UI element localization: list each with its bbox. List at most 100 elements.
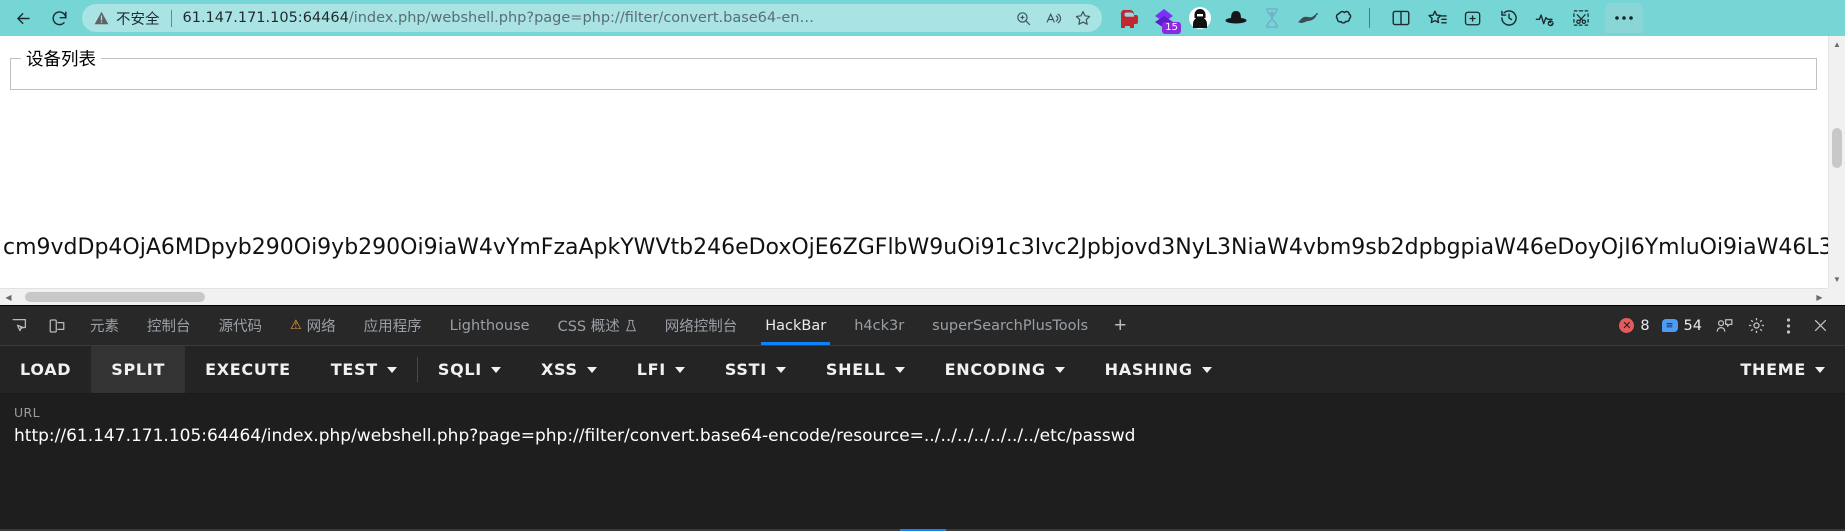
chevron-down-icon: [1815, 366, 1825, 373]
chevron-down-icon: [674, 366, 685, 373]
back-button[interactable]: [6, 3, 40, 33]
vertical-scroll-thumb[interactable]: [1832, 128, 1842, 168]
devtools-tab-lighthouse[interactable]: Lighthouse: [436, 306, 544, 345]
hacker-avatar-extension-icon[interactable]: [1182, 2, 1218, 34]
horizontal-scroll-thumb[interactable]: [25, 292, 205, 302]
devtools-tab-sources[interactable]: 源代码: [205, 306, 277, 345]
chevron-down-icon: [775, 366, 786, 373]
scrollbar-corner: [1828, 288, 1845, 305]
scroll-right-arrow-icon[interactable]: ▶: [1811, 289, 1828, 305]
not-secure-warning-icon: [94, 11, 109, 25]
puzzle-cloud-extension-icon[interactable]: [1326, 2, 1362, 34]
devtools-tab-application[interactable]: 应用程序: [350, 306, 436, 345]
devtools-tab-elements[interactable]: 元素: [76, 306, 133, 345]
hackbar-shell-menu[interactable]: SHELL: [806, 346, 925, 393]
kebab-menu-icon[interactable]: [1773, 311, 1803, 341]
toolbar-divider: [1369, 8, 1370, 28]
favorites-list-icon[interactable]: [1419, 2, 1455, 34]
history-icon[interactable]: [1491, 2, 1527, 34]
tab-label: 网络: [306, 319, 336, 335]
star-icon[interactable]: [1068, 5, 1098, 31]
devtools-tab-h4ck3r[interactable]: h4ck3r: [840, 306, 918, 345]
button-label: XSS: [540, 360, 578, 379]
page-content: 设备列表 cm9vdDp4OjA6MDpyb290Oi9yb290Oi9iaW4…: [0, 36, 1845, 305]
inspect-element-icon[interactable]: [0, 306, 38, 345]
device-toolbar-icon[interactable]: [38, 306, 76, 345]
chevron-down-icon: [1054, 366, 1065, 373]
chevron-down-icon: [1201, 366, 1212, 373]
hackbar-lfi-menu[interactable]: LFI: [617, 346, 705, 393]
devtools-tab-network-console[interactable]: 网络控制台: [651, 306, 752, 345]
tab-label: 网络控制台: [664, 319, 738, 335]
scroll-up-arrow-icon[interactable]: ▲: [1829, 36, 1845, 53]
hackbar-url-label: URL: [14, 405, 40, 420]
browser-actions-strip: [1383, 2, 1599, 34]
hackbar-theme-menu[interactable]: THEME: [1720, 346, 1845, 393]
hackbar-split-button[interactable]: SPLIT: [91, 346, 186, 393]
screenshot-icon[interactable]: [1563, 2, 1599, 34]
browser-more-menu-button[interactable]: [1605, 3, 1643, 33]
gear-icon[interactable]: [1741, 311, 1771, 341]
button-label: TEST: [330, 360, 378, 379]
split-screen-icon[interactable]: [1383, 2, 1419, 34]
button-label: HASHING: [1104, 360, 1193, 379]
scroll-left-arrow-icon[interactable]: ◀: [0, 289, 17, 305]
hackbar-encoding-menu[interactable]: ENCODING: [925, 346, 1085, 393]
page-horizontal-scrollbar[interactable]: ◀ ▶: [0, 288, 1828, 305]
purple-diamond-extension-icon[interactable]: 15: [1146, 2, 1182, 34]
chevron-down-icon: [386, 366, 397, 373]
hackbar-hashing-menu[interactable]: HASHING: [1085, 346, 1232, 393]
devtools-panel: 元素 控制台 源代码 ⚠ 网络 应用程序 Lighthouse CSS 概述 网…: [0, 305, 1845, 531]
address-bar[interactable]: 不安全 61.147.171.105:64464/index.php/websh…: [82, 4, 1102, 32]
tab-label: HackBar: [765, 317, 827, 334]
message-icon: ≡: [1661, 319, 1678, 332]
reload-button[interactable]: [42, 3, 76, 33]
url-text: 61.147.171.105:64464/index.php/webshell.…: [183, 10, 1009, 26]
button-label: SQLI: [437, 360, 482, 379]
hackbar-url-value[interactable]: http://61.147.171.105:64464/index.php/we…: [14, 426, 1831, 446]
chevron-down-icon: [490, 366, 501, 373]
hackbar-test-menu[interactable]: TEST: [311, 346, 417, 393]
error-count-value: 8: [1640, 317, 1650, 334]
hourglass-person-extension-icon[interactable]: [1254, 2, 1290, 34]
add-devtools-tab-button[interactable]: +: [1102, 306, 1138, 345]
button-label: SHELL: [825, 360, 886, 379]
devtools-tab-console[interactable]: 控制台: [133, 306, 205, 345]
black-hat-extension-icon[interactable]: [1218, 2, 1254, 34]
devtools-tab-network[interactable]: ⚠ 网络: [276, 306, 350, 345]
performance-icon[interactable]: [1527, 2, 1563, 34]
devtools-tab-hackbar[interactable]: HackBar: [751, 306, 840, 345]
devtools-tab-css-overview[interactable]: CSS 概述: [544, 306, 651, 345]
url-host: 61.147.171.105:64464: [182, 10, 349, 26]
hackbar-execute-button[interactable]: EXECUTE: [185, 346, 311, 393]
zoom-in-icon[interactable]: [1008, 5, 1038, 31]
page-vertical-scrollbar[interactable]: ▲ ▼: [1828, 36, 1845, 288]
devtools-tab-supersearchplustools[interactable]: superSearchPlusTools: [918, 306, 1102, 345]
hackbar-url-field[interactable]: URL http://61.147.171.105:64464/index.ph…: [0, 394, 1845, 531]
hackbar-toolbar: LOAD SPLIT EXECUTE TEST SQLI XSS LFI SST…: [0, 346, 1845, 394]
close-icon[interactable]: [1805, 311, 1835, 341]
tab-label: 控制台: [147, 319, 191, 335]
url-path: /index.php/webshell.php?page=php://filte…: [348, 10, 814, 26]
tab-label: h4ck3r: [854, 317, 905, 334]
issues-icon[interactable]: [1709, 311, 1739, 341]
hackbar-sqli-menu[interactable]: SQLI: [418, 346, 521, 393]
button-label: SPLIT: [111, 360, 166, 379]
tab-label: superSearchPlusTools: [932, 317, 1089, 334]
among-us-extension-icon[interactable]: [1110, 2, 1146, 34]
hackbar-ssti-menu[interactable]: SSTI: [705, 346, 806, 393]
scroll-down-arrow-icon[interactable]: ▼: [1829, 271, 1845, 288]
message-count-indicator[interactable]: ≡ 54: [1657, 318, 1707, 334]
collections-icon[interactable]: [1455, 2, 1491, 34]
tab-label: Lighthouse: [449, 317, 530, 334]
extensions-strip: 15: [1110, 2, 1362, 34]
device-list-fieldset: 设备列表: [10, 46, 1817, 90]
security-status-text: 不安全: [116, 11, 160, 28]
hackbar-xss-menu[interactable]: XSS: [521, 346, 617, 393]
error-count-indicator[interactable]: ✕ 8: [1614, 318, 1654, 334]
warning-triangle-icon: ⚠: [290, 318, 302, 333]
seal-extension-icon[interactable]: [1290, 2, 1326, 34]
devtools-tabbar: 元素 控制台 源代码 ⚠ 网络 应用程序 Lighthouse CSS 概述 网…: [0, 306, 1845, 346]
read-aloud-icon[interactable]: [1038, 5, 1068, 31]
hackbar-load-button[interactable]: LOAD: [0, 346, 91, 393]
